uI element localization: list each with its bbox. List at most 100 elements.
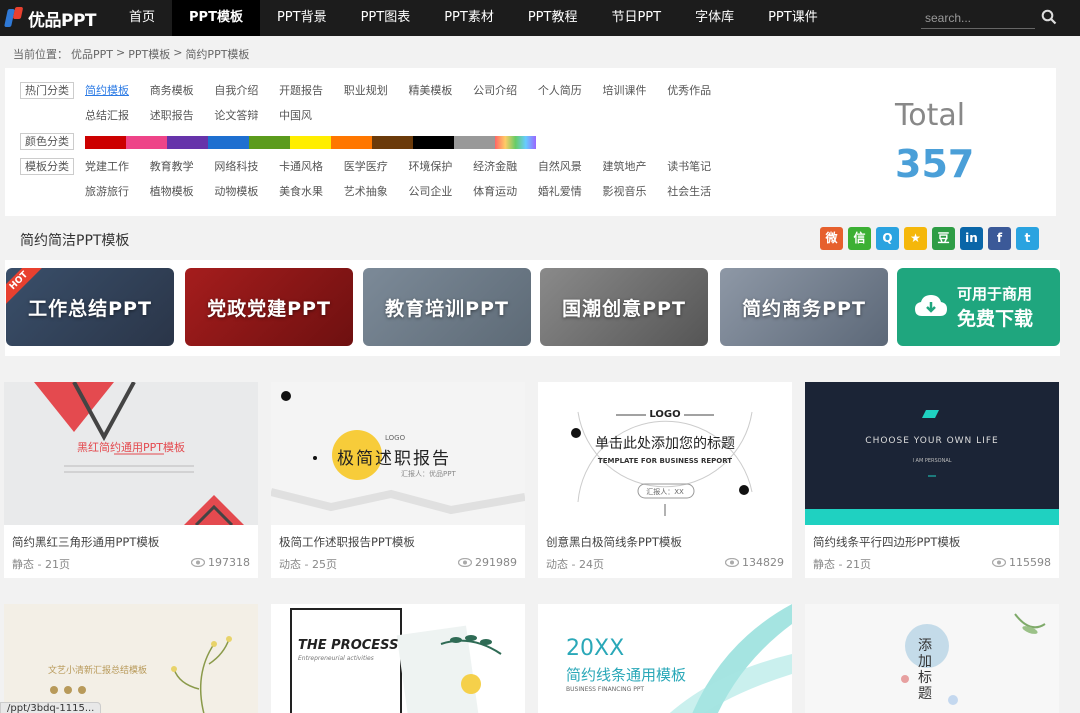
banner-simple-business[interactable]: 简约商务PPT [720, 268, 888, 346]
breadcrumb: 当前位置： 优品PPT > PPT模板 > 简约PPT模板 [13, 46, 249, 62]
color-swatch[interactable] [85, 136, 126, 149]
hot-category-link[interactable]: 中国风 [279, 106, 344, 131]
card-title[interactable]: 创意黑白极简线条PPT模板 [546, 534, 682, 550]
hot-category-link[interactable]: 个人简历 [538, 81, 603, 106]
hot-category-link[interactable]: 优秀作品 [667, 81, 732, 106]
template-card[interactable]: LOGO 极简述职报告 汇报人：优品PPT 极简工作述职报告PPT模板 动态 -… [271, 382, 525, 578]
template-category-label: 模板分类 [20, 158, 74, 175]
template-category-link[interactable]: 公司企业 [408, 182, 473, 207]
template-category-link[interactable]: 经济金融 [473, 157, 538, 182]
hot-category-link[interactable]: 述职报告 [150, 106, 215, 131]
share-icons: 微信 Q ★ 豆 in f t [820, 227, 1039, 250]
template-category-link[interactable]: 网络科技 [214, 157, 279, 182]
template-card[interactable]: LOGO 单击此处添加您的标题 TEMPLATE FOR BUSINESS RE… [538, 382, 792, 578]
template-category-link[interactable]: 影视音乐 [603, 182, 668, 207]
thumbnail-logo: LOGO [649, 409, 681, 420]
color-swatch[interactable] [495, 136, 536, 149]
template-card[interactable]: 黑红简约通用PPT模板 简约黑红三角形通用PPT模板 静态 - 21页 1973… [4, 382, 258, 578]
color-swatch[interactable] [331, 136, 372, 149]
nav-item-ppt-tutorials[interactable]: PPT教程 [511, 0, 595, 36]
nav-item-ppt-courseware[interactable]: PPT课件 [751, 0, 835, 36]
template-category-link[interactable]: 艺术抽象 [344, 182, 409, 207]
hot-category-link[interactable]: 精美模板 [408, 81, 473, 106]
search-input[interactable] [921, 7, 1035, 29]
banner-guochao-creative[interactable]: 国潮创意PPT [540, 268, 708, 346]
template-card[interactable]: CHOOSE YOUR OWN LIFE I AM PERSONAL 简约线条平… [805, 382, 1059, 578]
hot-category-link[interactable]: 开题报告 [279, 81, 344, 106]
nav-item-fonts[interactable]: 字体库 [678, 0, 751, 36]
card-thumbnail[interactable]: LOGO 极简述职报告 汇报人：优品PPT [271, 382, 525, 525]
eye-icon [992, 558, 1006, 567]
nav-item-holiday-ppt[interactable]: 节日PPT [594, 0, 678, 36]
banner-education-training[interactable]: 教育培训PPT [363, 268, 531, 346]
hot-category-link[interactable]: 职业规划 [344, 81, 409, 106]
template-category-link[interactable]: 旅游旅行 [85, 182, 150, 207]
template-category-link[interactable]: 动物模板 [214, 182, 279, 207]
card-title[interactable]: 简约线条平行四边形PPT模板 [813, 534, 960, 550]
search-icon[interactable] [1041, 9, 1057, 25]
color-swatch[interactable] [413, 136, 454, 149]
view-count: 291989 [475, 556, 517, 569]
banner-free-download[interactable]: 可用于商用 免费下载 [897, 268, 1060, 346]
linkedin-icon[interactable]: in [960, 227, 983, 250]
hot-category-link[interactable]: 论文答辩 [214, 106, 279, 131]
nav-item-ppt-materials[interactable]: PPT素材 [427, 0, 511, 36]
thumbnail-graphic [571, 411, 753, 516]
template-category-link[interactable]: 环境保护 [408, 157, 473, 182]
qq-icon[interactable]: Q [876, 227, 899, 250]
banner-work-summary[interactable]: HOT 工作总结PPT [6, 268, 174, 346]
hot-category-link[interactable]: 商务模板 [150, 81, 215, 106]
wechat-icon[interactable]: 信 [848, 227, 871, 250]
template-category-link[interactable]: 卡通风格 [279, 157, 344, 182]
banner-party-building[interactable]: 党政党建PPT [185, 268, 353, 346]
hot-category-link[interactable]: 简约模板 [85, 81, 150, 106]
hot-category-link[interactable]: 培训课件 [603, 81, 668, 106]
template-category-link[interactable]: 建筑地产 [603, 157, 668, 182]
color-swatch[interactable] [167, 136, 208, 149]
card-thumbnail[interactable]: 黑红简约通用PPT模板 [4, 382, 258, 525]
twitter-icon[interactable]: t [1016, 227, 1039, 250]
color-swatch[interactable] [126, 136, 167, 149]
nav-item-home[interactable]: 首页 [112, 0, 172, 36]
template-category-link[interactable]: 读书笔记 [667, 157, 732, 182]
facebook-icon[interactable]: f [988, 227, 1011, 250]
template-category-link[interactable]: 教育教学 [150, 157, 215, 182]
card-title[interactable]: 简约黑红三角形通用PPT模板 [12, 534, 159, 550]
color-swatch[interactable] [372, 136, 413, 149]
color-swatch[interactable] [290, 136, 331, 149]
breadcrumb-item-current[interactable]: 简约PPT模板 [185, 46, 249, 62]
template-category-row: 模板分类 党建工作 教育教学 网络科技 卡通风格 医学医疗 环境保护 经济金融 自然风景 建筑地… [20, 157, 735, 207]
template-category-link[interactable]: 医学医疗 [344, 157, 409, 182]
nav-item-ppt-backgrounds[interactable]: PPT背景 [260, 0, 344, 36]
template-category-link[interactable]: 社会生活 [667, 182, 732, 207]
color-swatch[interactable] [249, 136, 290, 149]
hot-category-link[interactable]: 公司介绍 [473, 81, 538, 106]
template-category-link[interactable]: 美食水果 [279, 182, 344, 207]
template-category-link[interactable]: 婚礼爱情 [538, 182, 603, 207]
breadcrumb-item-templates[interactable]: PPT模板 [128, 46, 170, 62]
template-category-link[interactable]: 党建工作 [85, 157, 150, 182]
template-card[interactable]: THE PROCESS Entrepreneurial activities [271, 604, 525, 713]
cta-line-2: 免费下载 [957, 308, 1034, 330]
nav-item-ppt-templates[interactable]: PPT模板 [172, 0, 260, 36]
template-card[interactable]: 添加标题 [805, 604, 1059, 713]
card-thumbnail[interactable]: LOGO 单击此处添加您的标题 TEMPLATE FOR BUSINESS RE… [538, 382, 792, 525]
nav-item-ppt-charts[interactable]: PPT图表 [344, 0, 428, 36]
color-swatch[interactable] [454, 136, 495, 149]
weibo-icon[interactable]: 微 [820, 227, 843, 250]
site-logo[interactable]: 优品PPT [4, 5, 97, 31]
color-swatch[interactable] [208, 136, 249, 149]
template-category-link[interactable]: 自然风景 [538, 157, 603, 182]
card-title[interactable]: 极简工作述职报告PPT模板 [279, 534, 415, 550]
view-count: 197318 [208, 556, 250, 569]
douban-icon[interactable]: 豆 [932, 227, 955, 250]
template-category-link[interactable]: 植物模板 [150, 182, 215, 207]
breadcrumb-item-home[interactable]: 优品PPT [71, 46, 113, 62]
qzone-icon[interactable]: ★ [904, 227, 927, 250]
hot-category-link[interactable]: 自我介绍 [214, 81, 279, 106]
template-card[interactable]: 20XX 简约线条通用模板 BUSINESS FINANCING PPT [538, 604, 792, 713]
template-category-link[interactable]: 体育运动 [473, 182, 538, 207]
card-thumbnail[interactable]: CHOOSE YOUR OWN LIFE I AM PERSONAL [805, 382, 1059, 525]
template-card[interactable]: 文艺小清新汇报总结模板 [4, 604, 258, 713]
hot-category-link[interactable]: 总结汇报 [85, 106, 150, 131]
